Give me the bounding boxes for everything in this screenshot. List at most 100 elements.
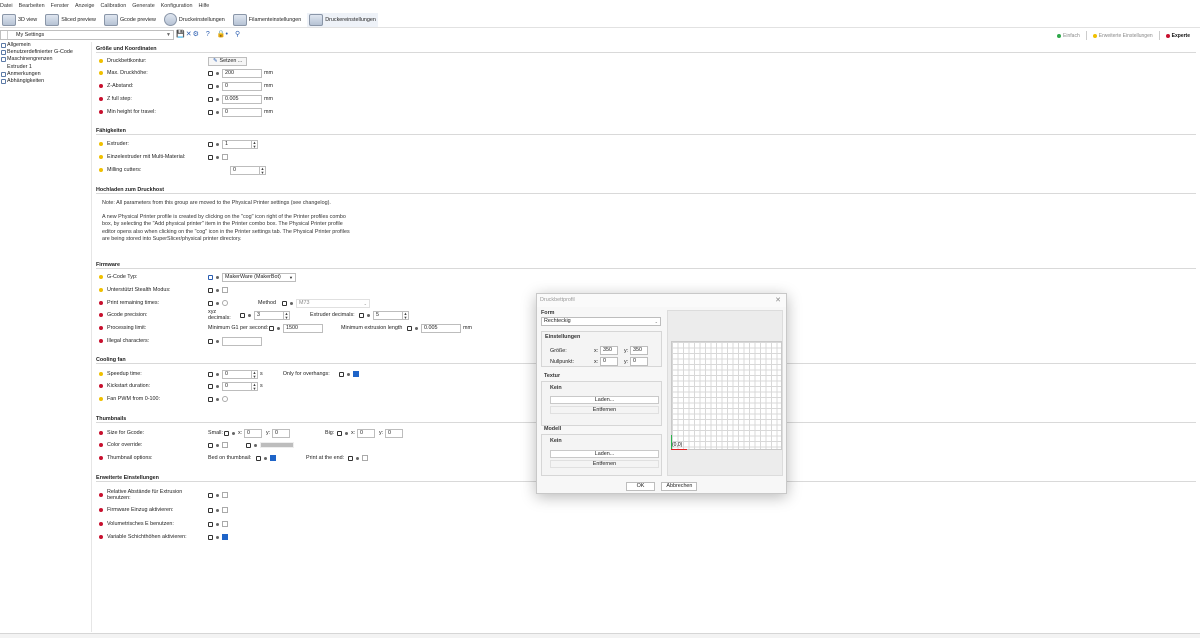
- reset-dot-icon[interactable]: [216, 535, 219, 539]
- printer-preset-select[interactable]: My Settings ▼: [0, 30, 174, 40]
- lock-icon[interactable]: [208, 154, 213, 160]
- small-x-input[interactable]: 0: [244, 428, 262, 438]
- reset-dot-icon[interactable]: [290, 301, 293, 305]
- reset-dot-icon[interactable]: [216, 142, 219, 146]
- lock-icon[interactable]: [224, 430, 229, 436]
- origin-x-input[interactable]: 0: [600, 357, 618, 366]
- reset-dot-icon[interactable]: [264, 456, 267, 460]
- tab-3d-view[interactable]: 3D view: [0, 13, 39, 27]
- menu-generate[interactable]: Generate: [132, 3, 154, 9]
- lock-icon[interactable]: [208, 442, 213, 448]
- kickstart-spinner[interactable]: 0: [222, 381, 252, 391]
- reset-dot-icon[interactable]: [216, 339, 219, 343]
- lock-icon[interactable]: [208, 287, 213, 293]
- menu-file[interactable]: Datei: [0, 3, 13, 9]
- texture-load-button[interactable]: Laden...: [550, 396, 659, 404]
- lock-icon[interactable]: [246, 442, 251, 448]
- tab-print-settings[interactable]: Druckeinstellungen: [162, 13, 227, 27]
- max-height-input[interactable]: 200: [222, 68, 262, 78]
- lock-icon[interactable]: [359, 312, 364, 318]
- size-y-input[interactable]: 350: [630, 346, 648, 355]
- tab-gcode-preview[interactable]: Gcode preview: [102, 13, 158, 27]
- menu-view[interactable]: Anzeige: [75, 3, 94, 9]
- lock-icon[interactable]: [208, 534, 213, 540]
- sidebar-item-notes[interactable]: Anmerkungen: [0, 71, 91, 78]
- mode-expert[interactable]: Experte: [1165, 33, 1190, 39]
- bed-shape-button[interactable]: ✎ Setzen ...: [208, 56, 248, 66]
- reset-dot-icon[interactable]: [216, 275, 219, 279]
- spinner-arrows-icon[interactable]: ▲ ▼: [260, 165, 266, 175]
- reset-dot-icon[interactable]: [232, 431, 235, 435]
- reset-dot-icon[interactable]: [216, 522, 219, 526]
- reset-dot-icon[interactable]: [277, 326, 280, 330]
- close-icon[interactable]: ✕: [775, 294, 781, 307]
- reset-dot-icon[interactable]: [367, 313, 370, 317]
- method-select[interactable]: M73 ⌄: [296, 298, 370, 308]
- lock-icon[interactable]: [208, 492, 213, 498]
- lock-icon[interactable]: [338, 371, 344, 377]
- overhangs-checkbox[interactable]: [352, 371, 359, 377]
- tab-sliced-preview[interactable]: Sliced preview: [43, 13, 98, 27]
- menu-edit[interactable]: Bearbeiten: [19, 3, 45, 9]
- lock-icon[interactable]: [208, 83, 213, 89]
- menu-calibration[interactable]: Calibration: [100, 3, 126, 9]
- reset-dot-icon[interactable]: [216, 97, 219, 101]
- relative-e-checkbox[interactable]: [222, 492, 228, 498]
- lock-icon[interactable]: [337, 430, 342, 436]
- delete-icon[interactable]: ✕: [186, 30, 192, 38]
- spinner-arrows-icon[interactable]: ▲ ▼: [252, 381, 258, 391]
- lock-icon[interactable]: [208, 371, 213, 377]
- menu-help[interactable]: Hilfe: [198, 3, 209, 9]
- bed-on-thumbnail-checkbox[interactable]: [270, 455, 276, 461]
- sidebar-item-dependencies[interactable]: Abhängigkeiten: [0, 78, 91, 85]
- lock-icon[interactable]: [208, 70, 213, 76]
- color-override-checkbox[interactable]: [222, 442, 228, 448]
- fan-pwm-checkbox[interactable]: [222, 396, 228, 402]
- z-step-input[interactable]: 0.005: [222, 94, 262, 104]
- variable-layer-checkbox[interactable]: [222, 534, 228, 540]
- gcode-type-select[interactable]: MakerWare (MakerBot) ▼: [222, 272, 296, 282]
- lock-icon[interactable]: [208, 383, 213, 389]
- reset-dot-icon[interactable]: [216, 71, 219, 75]
- lock-icon[interactable]: [269, 325, 274, 331]
- lock-icon[interactable]: [208, 396, 213, 402]
- lock-icon[interactable]: 🔒•: [217, 30, 228, 38]
- reset-dot-icon[interactable]: [356, 456, 359, 460]
- origin-y-input[interactable]: 0: [630, 357, 648, 366]
- texture-remove-button[interactable]: Entfernen: [550, 406, 659, 414]
- lock-icon[interactable]: [208, 96, 213, 102]
- lock-icon[interactable]: [256, 455, 261, 461]
- model-remove-button[interactable]: Entfernen: [550, 460, 659, 468]
- reset-dot-icon[interactable]: [254, 443, 257, 447]
- cog-icon[interactable]: ⚙: [193, 30, 199, 38]
- ok-button[interactable]: OK: [625, 482, 656, 491]
- reset-dot-icon[interactable]: [346, 372, 350, 376]
- reset-dot-icon[interactable]: [216, 508, 219, 512]
- lock-icon[interactable]: [208, 109, 213, 115]
- tab-printer-settings[interactable]: Druckereinstellungen: [307, 12, 378, 27]
- sidebar-item-machine-limits[interactable]: Maschinengrenzen: [0, 56, 91, 63]
- reset-dot-icon[interactable]: [216, 155, 219, 159]
- stealth-checkbox[interactable]: [222, 287, 228, 293]
- min-g1-input[interactable]: 1500: [283, 323, 323, 333]
- xyz-decimals-spinner[interactable]: 3: [254, 310, 284, 320]
- help-icon[interactable]: ?: [206, 31, 210, 38]
- search-icon[interactable]: ⚲: [235, 30, 240, 38]
- small-y-input[interactable]: 0: [272, 428, 290, 438]
- reset-dot-icon[interactable]: [216, 493, 219, 497]
- milling-spinner[interactable]: 0: [230, 165, 260, 175]
- lock-icon[interactable]: [208, 300, 213, 306]
- reset-dot-icon[interactable]: [216, 372, 219, 376]
- reset-dot-icon[interactable]: [216, 84, 219, 88]
- extruder-decimals-spinner[interactable]: 5: [373, 310, 403, 320]
- menu-configuration[interactable]: Konfiguration: [161, 3, 193, 9]
- spinner-arrows-icon[interactable]: ▲ ▼: [284, 310, 290, 320]
- min-travel-input[interactable]: 0: [222, 107, 262, 117]
- lock-icon[interactable]: [348, 455, 353, 461]
- reset-dot-icon[interactable]: [248, 313, 251, 317]
- print-at-end-checkbox[interactable]: [362, 455, 368, 461]
- reset-dot-icon[interactable]: [216, 110, 219, 114]
- model-load-button[interactable]: Laden...: [550, 450, 659, 458]
- shape-select[interactable]: Rechteckig ⌄: [541, 317, 661, 326]
- reset-dot-icon[interactable]: [415, 326, 418, 330]
